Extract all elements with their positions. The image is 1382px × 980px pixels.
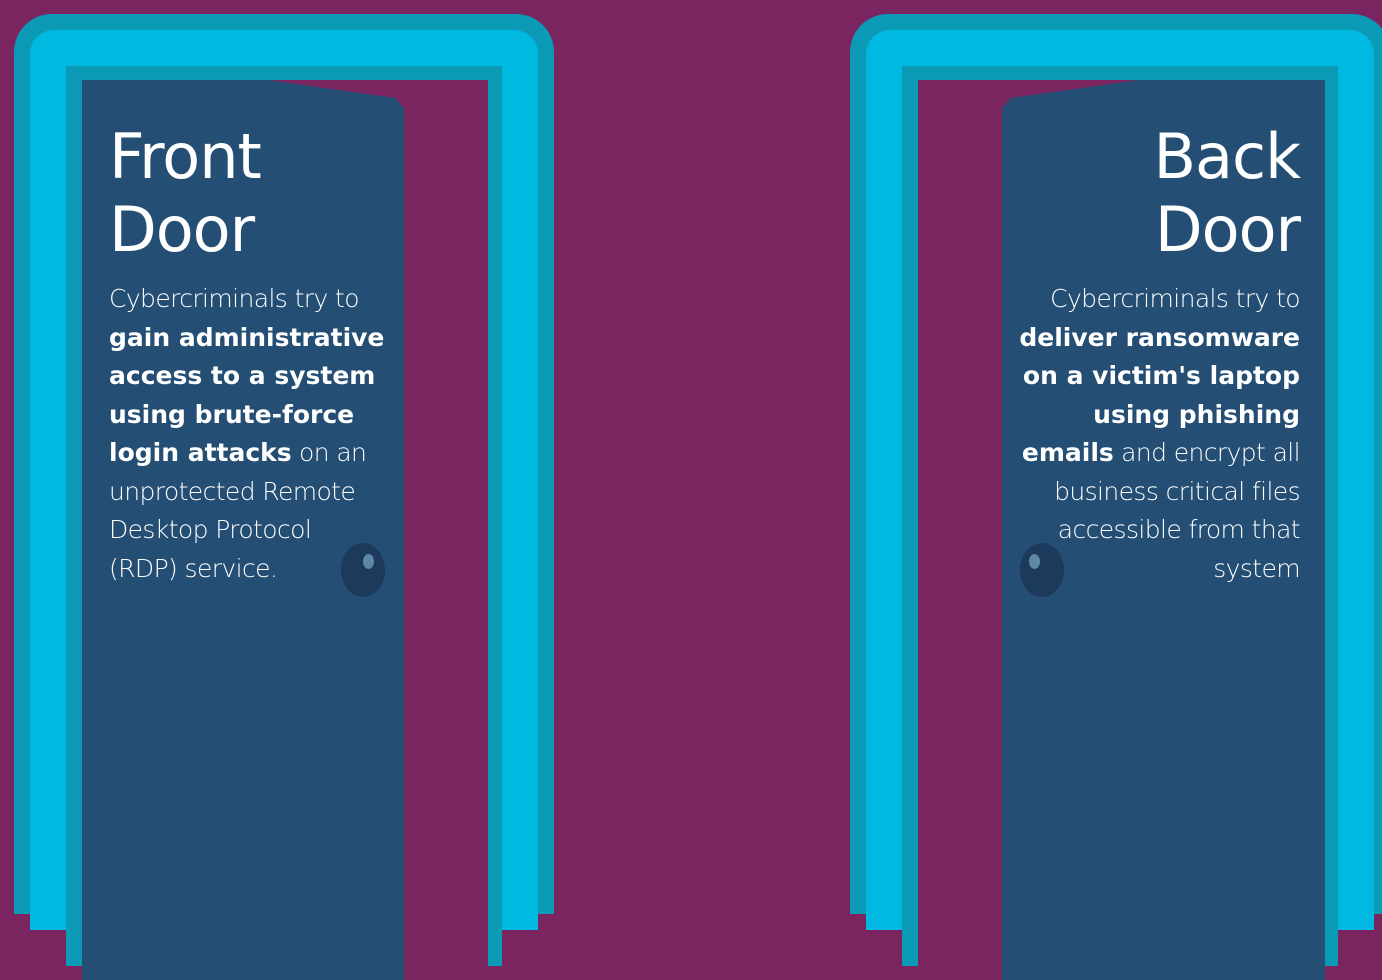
desc-line: unprotected Remote	[109, 476, 356, 506]
desc-line: access to a system	[109, 357, 384, 396]
desc-bold: access to a system	[109, 361, 376, 390]
desc-light: and encrypt all	[1113, 438, 1300, 467]
desc-line: gain administrative	[109, 319, 384, 358]
desc-line: emails and encrypt all	[1019, 434, 1301, 473]
desc-line: Cybercriminals try to	[1050, 284, 1301, 313]
back-door-description: Cybercriminals try to deliver ransomware…	[1019, 280, 1300, 588]
desc-line: on a victim's laptop	[1019, 357, 1300, 396]
desc-line: business critical files	[1054, 476, 1300, 506]
desc-line: accessible from that	[1057, 515, 1301, 544]
desc-bold: emails	[1021, 438, 1114, 467]
desc-line: login attacks on an	[109, 434, 384, 473]
desc-line: Desktop Protocol	[109, 515, 312, 544]
title-line: Door	[1154, 193, 1301, 266]
front-door: Front Door Cybercriminals try to gain ad…	[14, 0, 554, 980]
desc-line: using phishing	[1019, 396, 1300, 435]
desc-bold: using brute-force	[109, 399, 355, 429]
desc-light: on an	[291, 438, 367, 467]
front-door-description: Cybercriminals try to gain administrativ…	[109, 280, 384, 588]
front-door-title: Front Door	[109, 120, 262, 266]
desc-bold: using phishing	[1093, 399, 1300, 429]
desc-line: (RDP) service.	[109, 553, 278, 583]
desc-line: Cybercriminals try to	[109, 284, 360, 313]
desc-line: system	[1213, 553, 1300, 583]
desc-bold: gain administrative	[109, 322, 385, 352]
title-line: Door	[109, 193, 255, 266]
desc-line: using brute-force	[109, 396, 384, 435]
desc-bold: on a victim's laptop	[1022, 361, 1300, 390]
desc-bold: login attacks	[109, 438, 292, 467]
back-door-title: Back Door	[1153, 120, 1301, 266]
desc-line: deliver ransomware	[1019, 319, 1300, 358]
title-line: Back	[1153, 120, 1301, 193]
title-line: Front	[109, 120, 262, 193]
desc-bold: deliver ransomware	[1019, 322, 1300, 352]
doors-illustration: Front Door Cybercriminals try to gain ad…	[0, 0, 1382, 980]
back-door: Back Door Cybercriminals try to deliver …	[850, 0, 1382, 980]
